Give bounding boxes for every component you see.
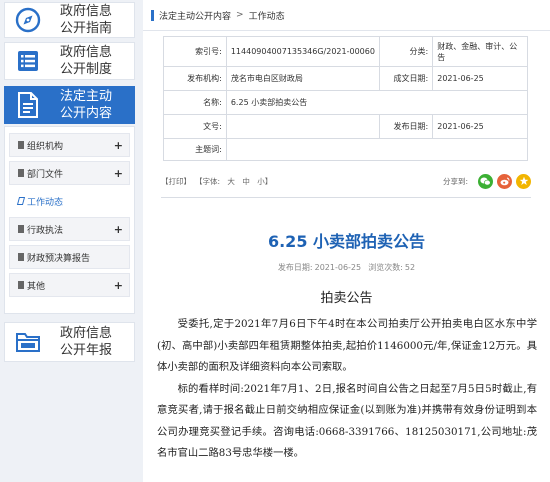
- article-subheading: 拍卖公告: [320, 291, 373, 306]
- sidebar-annual-label-1: 政府信息: [59, 326, 112, 341]
- publish-date-label: 发布日期:: [277, 263, 313, 272]
- main-content: 法定主动公开内容 > 工作动态 索引号: 11440904007135346G/…: [143, 0, 550, 482]
- expand-icon[interactable]: +: [114, 279, 123, 292]
- sidebar-submenu: 组织机构 + 部门文件 + 工作动态 行政执法 + 财政预决算报告 其他 +: [4, 126, 135, 314]
- created-value: 2021-06-25: [433, 67, 528, 90]
- sidebar-statutory[interactable]: 法定主动 公开内容: [4, 86, 135, 124]
- bullet-icon: [18, 169, 24, 177]
- sidebar: 政府信息 公开指南 政府信息 公开制度 法定主动 公开内容 组织机构 + 部门文件 +…: [0, 0, 143, 482]
- breadcrumb-section[interactable]: 法定主动公开内容: [159, 9, 231, 22]
- sidebar-item-budget-report[interactable]: 财政预决算报告: [9, 245, 130, 269]
- name-value: 6.25 小卖部拍卖公告: [227, 91, 528, 114]
- share-label: 分享到:: [442, 176, 468, 186]
- font-label: 【字体:: [195, 176, 221, 186]
- pubdate-key: 发布日期:: [380, 115, 434, 138]
- expand-icon[interactable]: +: [114, 167, 123, 180]
- breadcrumb-current[interactable]: 工作动态: [249, 9, 285, 22]
- views-label: 浏览次数:: [368, 263, 403, 272]
- views-count: 52: [404, 263, 416, 272]
- bullet-icon: [18, 281, 24, 289]
- sidebar-guide-label-2: 公开指南: [59, 21, 112, 36]
- created-key: 成文日期:: [380, 67, 434, 90]
- share-bar: 分享到:: [442, 173, 531, 189]
- font-large-button[interactable]: 大: [227, 177, 235, 186]
- name-key: 名称:: [164, 91, 227, 114]
- font-medium-button[interactable]: 中: [242, 177, 250, 186]
- docno-key: 文号:: [164, 115, 227, 138]
- sidebar-annual-report[interactable]: 政府信息 公开年报: [4, 322, 135, 362]
- wechat-icon[interactable]: [478, 173, 493, 189]
- list-icon: [5, 43, 51, 79]
- bullet-icon: [18, 141, 24, 149]
- expand-icon[interactable]: +: [114, 223, 123, 236]
- sidebar-guide[interactable]: 政府信息 公开指南: [4, 2, 135, 38]
- index-value: 11440904007135346G/2021-00060: [227, 37, 381, 66]
- sidebar-item-enforcement[interactable]: 行政执法 +: [9, 217, 130, 241]
- docno-value: [227, 115, 381, 138]
- sidebar-statutory-label-1: 法定主动: [59, 89, 112, 104]
- category-key: 分类:: [380, 37, 434, 66]
- category-value: 财政、金融、审计、公告: [433, 37, 528, 66]
- expand-icon[interactable]: +: [114, 139, 123, 152]
- article-paragraph: 标的看样时间:2021年7月1、2日,报名时间自公告之日起至7月5日5时截止,有…: [157, 382, 537, 460]
- sidebar-item-label: 组织机构: [27, 141, 64, 152]
- compass-icon: [5, 3, 51, 37]
- publisher-value: 茂名市电白区财政局: [227, 67, 381, 90]
- sidebar-item-label: 工作动态: [27, 197, 64, 208]
- folder-icon: [5, 323, 51, 361]
- subject-value: [227, 139, 528, 160]
- bullet-icon: [16, 197, 26, 205]
- sidebar-statutory-label-2: 公开内容: [59, 106, 112, 121]
- print-link[interactable]: 【打印】: [161, 176, 191, 187]
- sidebar-system-label-1: 政府信息: [59, 45, 112, 60]
- sidebar-item-documents[interactable]: 部门文件 +: [9, 161, 130, 185]
- qzone-icon[interactable]: [516, 173, 531, 189]
- weibo-icon[interactable]: [497, 173, 512, 189]
- breadcrumb-marker: [151, 9, 154, 21]
- sidebar-item-label: 行政执法: [27, 225, 64, 236]
- sidebar-system[interactable]: 政府信息 公开制度: [4, 42, 135, 80]
- sidebar-guide-label-1: 政府信息: [59, 4, 112, 19]
- sidebar-item-other[interactable]: 其他 +: [9, 273, 130, 297]
- sidebar-item-organization[interactable]: 组织机构 +: [9, 133, 130, 157]
- bullet-icon: [18, 253, 24, 261]
- bullet-icon: [18, 225, 24, 233]
- subject-key: 主题词:: [164, 139, 227, 160]
- article-paragraph: 受委托,定于2021年7月6日下午4时在本公司拍卖厅公开拍卖电白区水东中学(初、…: [157, 318, 537, 373]
- article-title: 6.25 小卖部拍卖公告: [267, 232, 426, 251]
- sidebar-item-label: 其他: [27, 281, 46, 292]
- article-toolbar: 【打印】 【字体: 大 中 小】 分享到:: [161, 172, 531, 190]
- document-icon: [5, 87, 51, 123]
- index-key: 索引号:: [164, 37, 227, 66]
- breadcrumb-separator: >: [236, 10, 244, 20]
- pubdate-value: 2021-06-25: [433, 115, 528, 138]
- sidebar-item-work-news[interactable]: 工作动态: [9, 189, 130, 213]
- sidebar-system-label-2: 公开制度: [59, 62, 112, 77]
- breadcrumb: 法定主动公开内容 > 工作动态: [143, 0, 550, 31]
- metadata-table: 索引号: 11440904007135346G/2021-00060 分类: 财…: [163, 36, 528, 161]
- publish-info: 发布日期: 2021-06-25 浏览次数: 52: [143, 262, 550, 273]
- font-small-button[interactable]: 小】: [257, 177, 272, 186]
- sidebar-annual-label-2: 公开年报: [59, 343, 112, 358]
- publish-date: 2021-06-25: [314, 263, 362, 272]
- sidebar-item-label: 部门文件: [27, 169, 64, 180]
- toolbar-divider: [161, 197, 531, 198]
- sidebar-item-label: 财政预决算报告: [27, 253, 91, 264]
- publisher-key: 发布机构:: [164, 67, 227, 90]
- article-body: 受委托,定于2021年7月6日下午4时在本公司拍卖厅公开拍卖电白区水东中学(初、…: [157, 314, 537, 465]
- font-size-controls: 【字体: 大 中 小】: [195, 176, 272, 187]
